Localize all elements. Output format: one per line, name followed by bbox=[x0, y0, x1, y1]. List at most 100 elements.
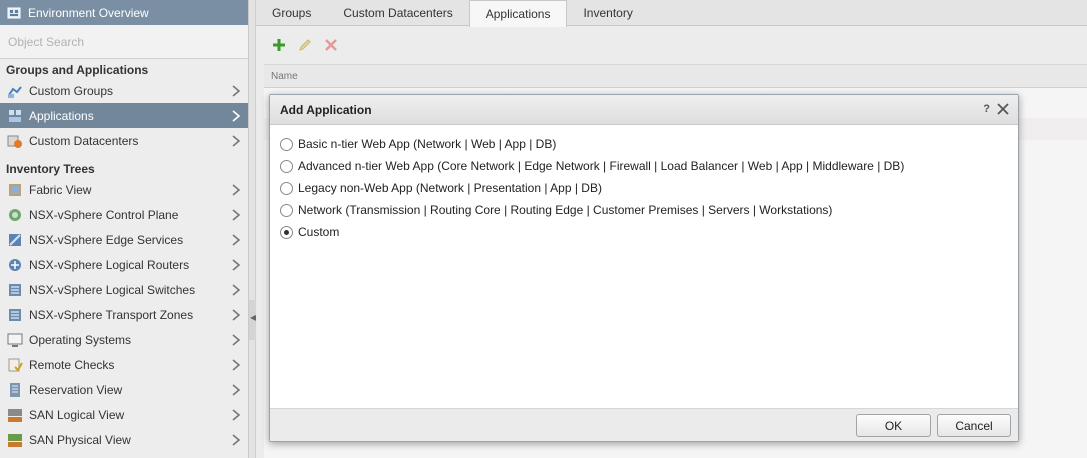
sidebar-item-label: NSX-vSphere Control Plane bbox=[29, 207, 179, 222]
sidebar-item-nsx-vsphere-logical-routers[interactable]: NSX-vSphere Logical Routers bbox=[0, 252, 248, 277]
sidebar-item-nsx-vsphere-control-plane[interactable]: NSX-vSphere Control Plane bbox=[0, 202, 248, 227]
section-title-groups-and-applications: Groups and Applications bbox=[6, 63, 149, 77]
environment-icon bbox=[7, 7, 21, 18]
sidebar-item-nsx-vsphere-edge-services[interactable]: NSX-vSphere Edge Services bbox=[0, 227, 248, 252]
sidebar-item-operating-systems[interactable]: Operating Systems bbox=[0, 327, 248, 352]
chevron-right-icon bbox=[232, 384, 241, 396]
sidebar-item-label: Custom Groups bbox=[29, 83, 114, 98]
sidebar: Environment Overview Object Search Group… bbox=[0, 0, 249, 458]
edge-services-icon bbox=[9, 233, 21, 246]
pencil-icon bbox=[299, 39, 311, 51]
chevron-right-icon bbox=[232, 309, 241, 321]
tab-custom-datacenters[interactable]: Custom Datacenters bbox=[327, 0, 468, 25]
chevron-right-icon bbox=[232, 234, 241, 246]
tab-bar: Groups Custom Datacenters Applications I… bbox=[256, 0, 1087, 27]
transport-zones-icon bbox=[9, 308, 21, 321]
sidebar-item-reservation-view[interactable]: Reservation View bbox=[0, 377, 248, 402]
custom-groups-icon bbox=[8, 85, 22, 98]
option-label: Custom bbox=[298, 225, 340, 239]
object-search-input[interactable]: Object Search bbox=[0, 25, 248, 59]
sidebar-item-custom-groups[interactable]: Custom Groups bbox=[0, 78, 248, 103]
sidebar-item-custom-datacenters[interactable]: Custom Datacenters bbox=[0, 128, 248, 153]
logical-switches-icon bbox=[9, 283, 21, 296]
option-label: Basic n-tier Web App (Network | Web | Ap… bbox=[298, 137, 557, 151]
tab-groups[interactable]: Groups bbox=[256, 0, 327, 25]
chevron-right-icon bbox=[232, 110, 241, 122]
sidebar-item-applications[interactable]: Applications bbox=[0, 103, 248, 128]
chevron-right-icon bbox=[232, 135, 241, 147]
radio-button-selected[interactable] bbox=[280, 225, 293, 239]
san-logical-icon bbox=[8, 408, 22, 422]
option-legacy-non-web-app[interactable]: Legacy non-Web App (Network | Presentati… bbox=[280, 177, 1018, 199]
sidebar-splitter[interactable]: ◀ bbox=[249, 0, 256, 458]
option-label: Advanced n-tier Web App (Core Network | … bbox=[298, 159, 905, 173]
edit-button[interactable] bbox=[296, 36, 314, 54]
sidebar-item-label: Remote Checks bbox=[29, 357, 115, 372]
option-label: Network (Transmission | Routing Core | R… bbox=[298, 203, 833, 217]
sidebar-item-label: SAN Physical View bbox=[29, 432, 131, 447]
sidebar-item-label: Operating Systems bbox=[29, 332, 132, 347]
chevron-right-icon bbox=[232, 259, 241, 271]
delete-button[interactable] bbox=[322, 36, 340, 54]
tab-applications[interactable]: Applications bbox=[468, 0, 568, 27]
sidebar-item-label: NSX-vSphere Edge Services bbox=[29, 232, 184, 247]
radio-button[interactable] bbox=[280, 203, 293, 217]
sidebar-item-label: SAN Logical View bbox=[29, 407, 125, 422]
x-icon bbox=[325, 39, 337, 51]
environment-overview-label: Environment Overview bbox=[28, 5, 149, 20]
fabric-view-icon bbox=[9, 183, 21, 196]
sidebar-item-nsx-vsphere-transport-zones[interactable]: NSX-vSphere Transport Zones bbox=[0, 302, 248, 327]
sidebar-item-san-physical-view[interactable]: SAN Physical View bbox=[0, 427, 248, 452]
column-header-name[interactable]: Name bbox=[271, 71, 298, 82]
sidebar-item-label: NSX-vSphere Logical Routers bbox=[29, 257, 190, 272]
section-title-inventory-trees: Inventory Trees bbox=[6, 162, 95, 176]
radio-button[interactable] bbox=[280, 181, 293, 195]
control-plane-icon bbox=[9, 208, 21, 221]
sidebar-item-fabric-view[interactable]: Fabric View bbox=[0, 177, 248, 202]
san-physical-icon bbox=[8, 433, 22, 447]
option-network[interactable]: Network (Transmission | Routing Core | R… bbox=[280, 199, 1018, 221]
option-advanced-n-tier-web-app[interactable]: Advanced n-tier Web App (Core Network | … bbox=[280, 155, 1018, 177]
reservation-view-icon bbox=[10, 382, 20, 397]
sidebar-item-san-logical-view[interactable]: SAN Logical View bbox=[0, 402, 248, 427]
chevron-right-icon bbox=[232, 184, 241, 196]
option-custom[interactable]: Custom bbox=[280, 221, 1018, 243]
custom-datacenters-icon bbox=[7, 135, 22, 148]
collapse-handle[interactable]: ◀ bbox=[249, 300, 256, 340]
chevron-right-icon bbox=[232, 334, 241, 346]
grid-header: Name bbox=[264, 64, 1087, 88]
help-icon[interactable]: ? bbox=[983, 103, 990, 115]
close-icon[interactable] bbox=[996, 102, 1010, 116]
toolbar bbox=[256, 26, 1087, 64]
object-search-placeholder: Object Search bbox=[8, 34, 85, 49]
option-basic-n-tier-web-app[interactable]: Basic n-tier Web App (Network | Web | Ap… bbox=[280, 133, 1018, 155]
sidebar-item-nsx-vsphere-logical-switches[interactable]: NSX-vSphere Logical Switches bbox=[0, 277, 248, 302]
chevron-right-icon bbox=[232, 209, 241, 221]
operating-systems-icon bbox=[7, 333, 23, 347]
dialog-title: Add Application bbox=[280, 102, 372, 117]
tab-inventory[interactable]: Inventory bbox=[567, 0, 648, 25]
chevron-right-icon bbox=[232, 434, 241, 446]
chevron-right-icon bbox=[232, 359, 241, 371]
plus-icon bbox=[273, 39, 285, 51]
chevron-right-icon bbox=[232, 284, 241, 296]
chevron-right-icon bbox=[232, 409, 241, 421]
add-button[interactable] bbox=[270, 36, 288, 54]
sidebar-item-label: Reservation View bbox=[29, 382, 123, 397]
remote-checks-icon bbox=[8, 358, 23, 372]
add-application-dialog: Add Application ? Basic n-tier Web App (… bbox=[269, 94, 1019, 442]
option-label: Legacy non-Web App (Network | Presentati… bbox=[298, 181, 602, 195]
sidebar-item-remote-checks[interactable]: Remote Checks bbox=[0, 352, 248, 377]
sidebar-item-label: Fabric View bbox=[29, 182, 92, 197]
sidebar-item-label: NSX-vSphere Transport Zones bbox=[29, 307, 194, 322]
applications-icon bbox=[9, 109, 21, 122]
dialog-title-bar: Add Application ? bbox=[270, 95, 1018, 125]
cancel-button[interactable]: Cancel bbox=[937, 414, 1011, 437]
radio-button[interactable] bbox=[280, 159, 293, 173]
sidebar-item-label: Custom Datacenters bbox=[29, 133, 139, 148]
environment-overview-header[interactable]: Environment Overview bbox=[0, 0, 248, 25]
sidebar-item-label: Applications bbox=[29, 108, 94, 123]
ok-button[interactable]: OK bbox=[856, 414, 931, 437]
radio-button[interactable] bbox=[280, 137, 293, 151]
application-type-options: Basic n-tier Web App (Network | Web | Ap… bbox=[270, 125, 1018, 243]
